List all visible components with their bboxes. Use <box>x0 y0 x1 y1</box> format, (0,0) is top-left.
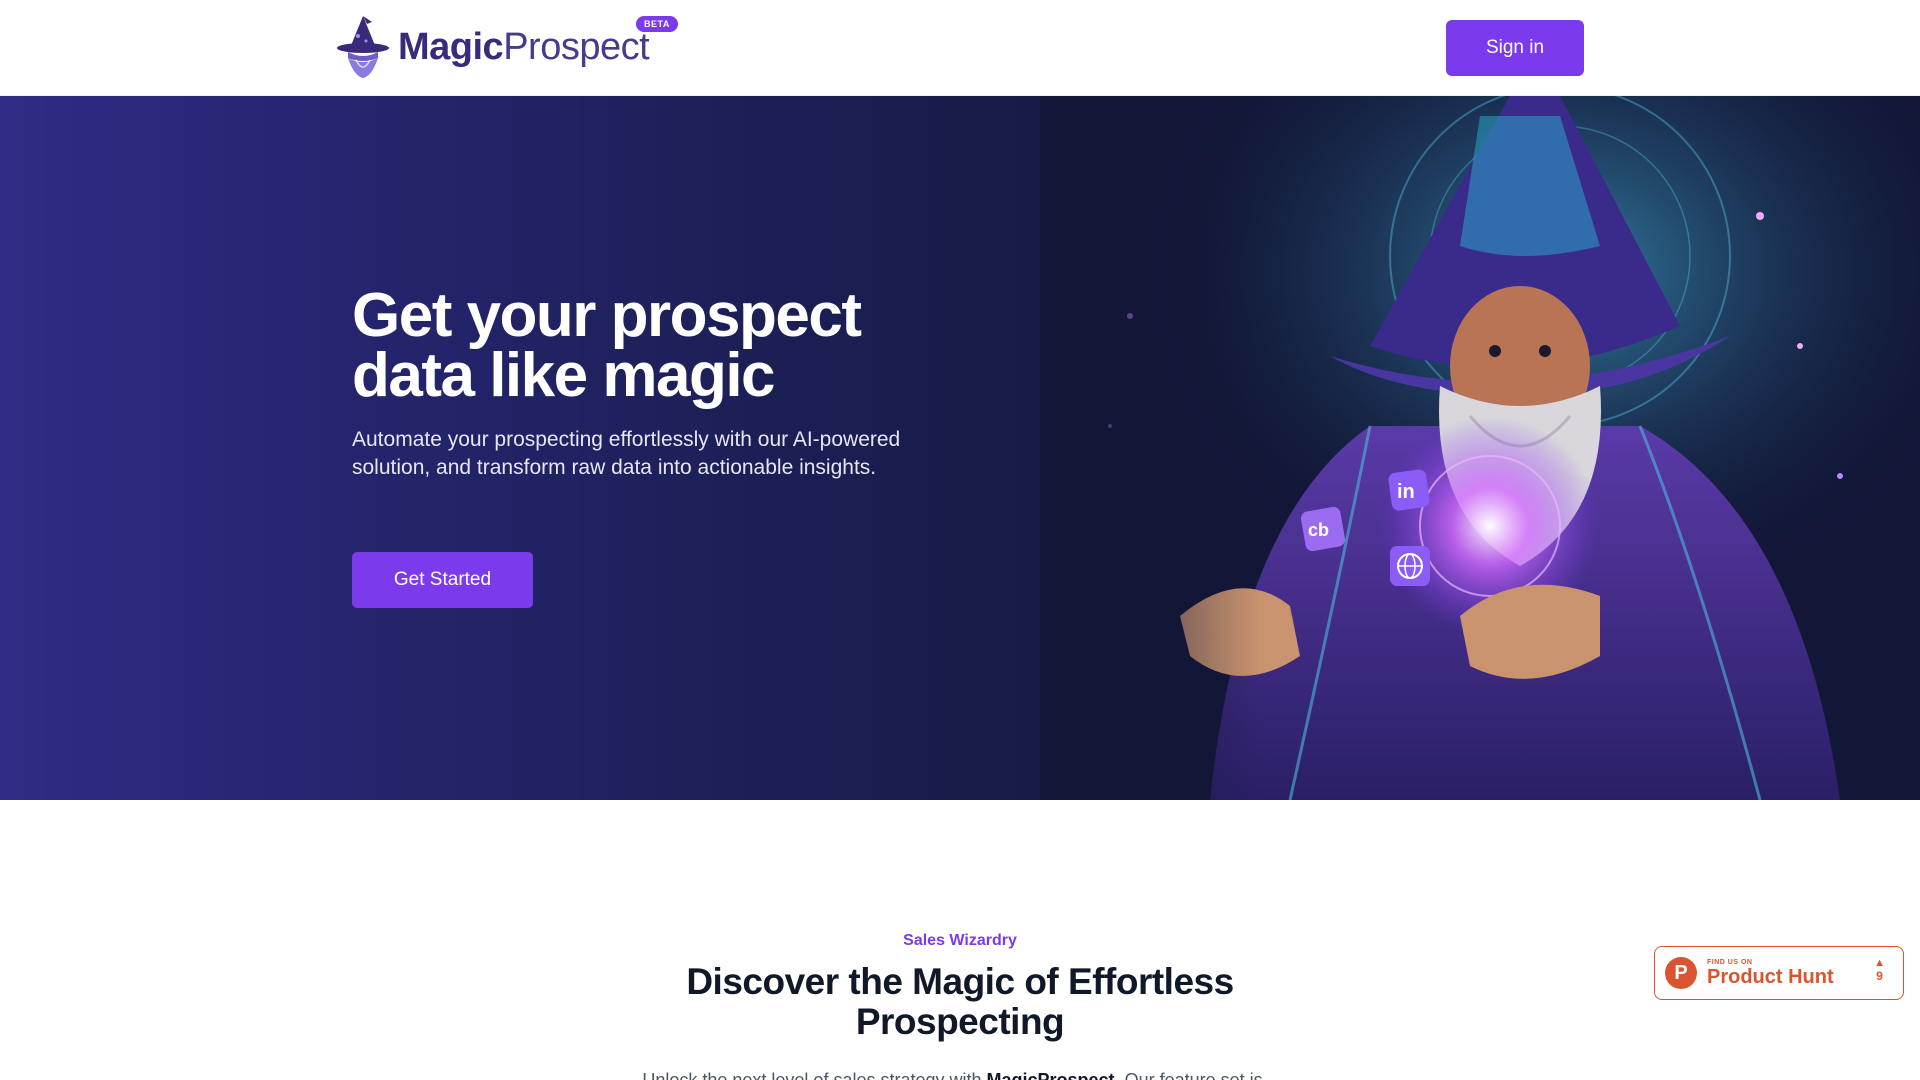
sign-in-button[interactable]: Sign in <box>1446 20 1584 76</box>
hero-title-line2: data like magic <box>352 341 776 410</box>
section-body-start: Unlock the next level of sales strategy … <box>642 1070 987 1080</box>
get-started-button[interactable]: Get Started <box>352 552 533 608</box>
hero-section: in cb Get your prospect data like magic … <box>0 96 1920 800</box>
product-hunt-name: Product Hunt <box>1707 965 1834 988</box>
product-hunt-text: FIND US ON Product Hunt <box>1707 959 1834 988</box>
beta-badge: BETA <box>636 16 678 32</box>
logo-magic-text: Magic <box>398 26 504 68</box>
product-hunt-badge[interactable]: P FIND US ON Product Hunt ▲ 9 <box>1654 946 1904 1000</box>
section-body: Unlock the next level of sales strategy … <box>560 1070 1360 1080</box>
upvote-count: 9 <box>1876 969 1883 983</box>
upvote-arrow-icon: ▲ <box>1874 957 1885 969</box>
section-title: Discover the Magic of Effortless Prospec… <box>686 961 1234 1042</box>
product-hunt-logo-icon: P <box>1665 957 1697 989</box>
section-eyebrow: Sales Wizardry <box>903 932 1017 949</box>
magicprospect-logo[interactable]: MagicProspect <box>334 12 650 82</box>
logo-wordmark: MagicProspect <box>398 26 650 68</box>
product-hunt-votes: ▲ 9 <box>1874 957 1885 983</box>
section-body-brand: MagicProspect <box>986 1070 1115 1080</box>
hero-title: Get your prospect data like magic <box>352 285 972 407</box>
top-nav: MagicProspect BETA Sign in <box>0 0 1920 96</box>
section-body-end: . Our feature set is... <box>1114 1070 1278 1080</box>
product-hunt-find-label: FIND US ON <box>1707 958 1753 966</box>
wizard-logo-icon <box>337 16 389 78</box>
hero-title-line1: Get your prospect <box>352 281 862 350</box>
logo-prospect-text: Prospect <box>503 26 650 68</box>
wizard-hero-illustration: in cb <box>1040 96 1920 800</box>
hero-subtitle: Automate your prospecting effortlessly w… <box>352 428 901 479</box>
